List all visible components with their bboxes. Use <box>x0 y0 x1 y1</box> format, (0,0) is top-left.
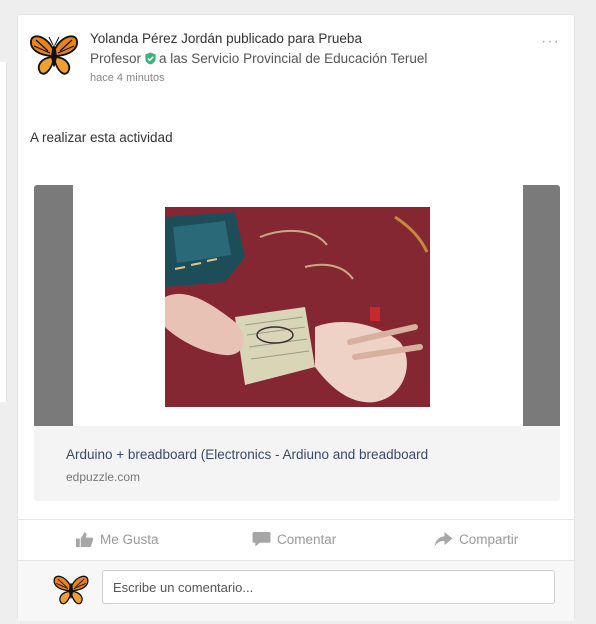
link-domain: edpuzzle.com <box>66 470 141 484</box>
post-actions: Me Gusta Comentar Compartir <box>18 520 574 560</box>
role-label: Profesor <box>90 51 142 66</box>
thumbs-up-icon <box>76 532 94 548</box>
share-arrow-icon <box>434 531 453 547</box>
comment-section <box>18 561 574 621</box>
share-label: Compartir <box>459 532 519 547</box>
like-button[interactable]: Me Gusta <box>75 531 159 548</box>
link-preview[interactable]: Arduino + breadboard (Electronics - Ardi… <box>34 185 560 501</box>
left-column-edge <box>0 62 7 402</box>
author-role: Profesor a las Servicio Provincial de Ed… <box>90 51 427 66</box>
post-text: A realizar esta actividad <box>30 130 173 145</box>
video-frame <box>34 185 560 426</box>
post-timestamp: hace 4 minutos <box>90 72 165 84</box>
butterfly-avatar[interactable] <box>28 29 80 81</box>
verified-check-icon <box>145 52 156 65</box>
comment-button[interactable]: Comentar <box>252 531 336 548</box>
share-button[interactable]: Compartir <box>434 531 518 548</box>
comment-input[interactable] <box>102 570 555 604</box>
more-options-icon[interactable]: ··· <box>541 33 560 51</box>
role-organization: a las Servicio Provincial de Educación T… <box>159 51 428 66</box>
author-line[interactable]: Yolanda Pérez Jordán publicado para Prue… <box>90 31 362 46</box>
speech-bubble-icon <box>252 531 271 547</box>
like-label: Me Gusta <box>100 532 159 547</box>
post-card: Yolanda Pérez Jordán publicado para Prue… <box>17 14 575 621</box>
butterfly-avatar-small <box>53 575 89 605</box>
link-title[interactable]: Arduino + breadboard (Electronics - Ardi… <box>66 447 428 462</box>
video-canvas <box>73 185 523 426</box>
video-thumbnail[interactable] <box>165 207 430 407</box>
comment-label: Comentar <box>277 532 337 547</box>
